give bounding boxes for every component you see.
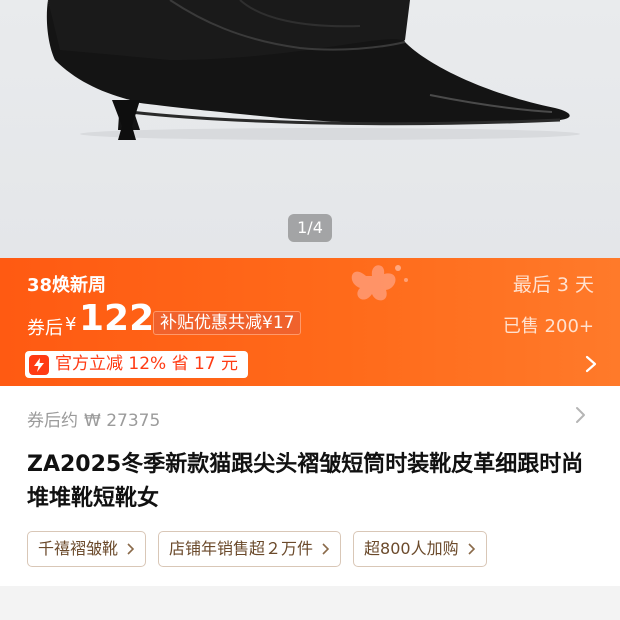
subsidy-badge: 补贴优惠共减¥17 — [153, 311, 302, 335]
tag-annual-sales[interactable]: 店铺年销售超２万件 — [158, 531, 342, 567]
campaign-name: 38焕新周 — [27, 275, 107, 296]
butterfly-decoration-icon — [351, 265, 408, 301]
after-coupon-price-row[interactable]: 券后约 ₩ 27375 — [27, 406, 160, 431]
countdown-text: 最后 3 天 — [512, 274, 594, 296]
chevron-right-icon — [468, 543, 475, 555]
after-coupon-value: ₩ 27375 — [84, 411, 161, 431]
sold-count: 已售 200+ — [502, 316, 594, 337]
product-title: ZA2025冬季新款猫跟尖头褶皱短筒时装靴皮革细跟时尚堆堆靴短靴女 — [27, 452, 584, 511]
chevron-right-icon — [322, 543, 330, 555]
image-counter: 1/4 — [288, 214, 332, 242]
product-image-gallery[interactable]: 1/4 — [0, 0, 620, 258]
tag-add-to-cart-count[interactable]: 超800人加购 — [353, 531, 487, 567]
price-prefix: 券后 — [27, 318, 63, 339]
chevron-right-icon[interactable] — [574, 406, 586, 424]
price-value: 122 — [79, 298, 155, 339]
chevron-right-icon[interactable] — [584, 354, 598, 374]
after-coupon-label: 券后约 — [27, 411, 78, 431]
official-discount-coupon[interactable]: 官方立减 12% 省 17 元 — [25, 351, 249, 378]
chevron-right-icon — [127, 543, 135, 555]
currency-symbol: ¥ — [65, 314, 77, 335]
product-info-section: 券后约 ₩ 27375 ZA2025冬季新款猫跟尖头褶皱短筒时装靴皮革细跟时尚堆堆… — [0, 386, 620, 586]
promo-banner[interactable]: 38焕新周 最后 3 天 券后 ¥ 122 补贴优惠共减¥17 已售 200+ … — [0, 258, 620, 386]
coupon-text: 官方立减 12% 省 17 元 — [55, 354, 239, 374]
lightning-icon — [29, 354, 49, 375]
tag-pleated-boots[interactable]: 千禧褶皱靴 — [27, 531, 147, 567]
product-tags: 千禧褶皱靴 店铺年销售超２万件 超800人加购 — [27, 531, 499, 567]
